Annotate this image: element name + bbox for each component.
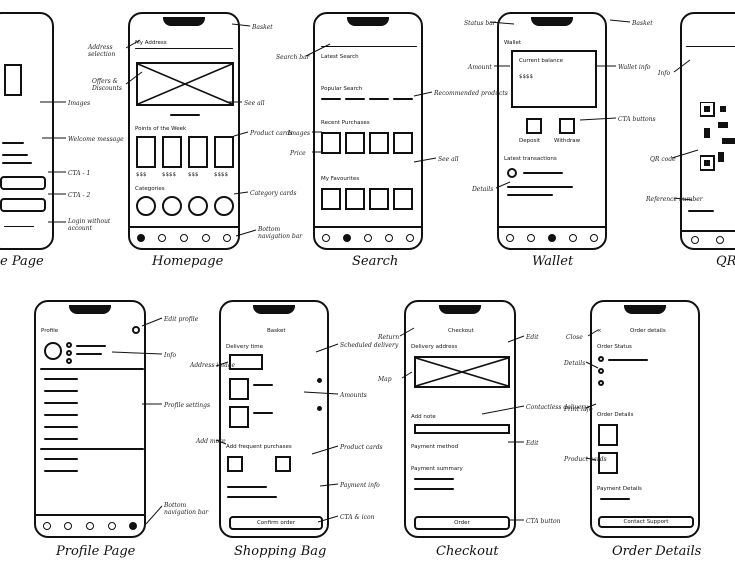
homepage-phone: My Address Points of the Week $$$ $$$$ $…: [128, 12, 240, 250]
caption-checkout: Checkout: [436, 544, 499, 559]
home-address[interactable]: My Address: [135, 40, 167, 46]
deposit-button[interactable]: [526, 118, 542, 134]
landing-cta-2[interactable]: [0, 198, 46, 212]
bag-phone: Basket Delivery time Add frequent purcha…: [219, 300, 329, 538]
wireframe-sheet: e Page My Address Points of the Week $$$…: [0, 0, 735, 574]
home-points-title: Points of the Week: [135, 126, 187, 132]
profile-phone: Profile: [34, 300, 146, 538]
caption-orderdetails: Order Details: [612, 544, 702, 559]
checkout-order-button[interactable]: Order: [414, 516, 510, 530]
landing-image: [4, 64, 22, 96]
checkout-map[interactable]: [414, 356, 510, 388]
qr-phone: [680, 12, 735, 250]
wallet-phone: Wallet Current balance $$$$ Deposit With…: [497, 12, 607, 250]
landing-phone: [0, 12, 54, 250]
orderdetails-phone: × Order details Order Status Order Detai…: [590, 300, 700, 538]
landing-cta-1[interactable]: [0, 176, 46, 190]
caption-bag: Shopping Bag: [234, 544, 327, 559]
close-icon[interactable]: ×: [597, 328, 602, 334]
caption-landing: e Page: [0, 254, 44, 269]
home-categories-title: Categories: [135, 186, 165, 192]
caption-qr: QR: [716, 254, 735, 269]
search-bottom-nav[interactable]: [315, 226, 421, 248]
caption-search: Search: [352, 254, 399, 269]
profile-bottom-nav[interactable]: [36, 514, 144, 536]
confirm-order-button[interactable]: Confirm order: [229, 516, 323, 530]
withdraw-button[interactable]: [559, 118, 575, 134]
checkout-phone: Checkout Delivery address Add note Payme…: [404, 300, 516, 538]
home-bottom-nav[interactable]: [130, 226, 238, 248]
search-phone: Latest Search Popular Search Recent Purc…: [313, 12, 423, 250]
wallet-balance-card: Current balance $$$$: [511, 50, 597, 108]
wallet-bottom-nav[interactable]: [499, 226, 605, 248]
home-offers-banner[interactable]: [136, 62, 234, 106]
profile-avatar: [44, 342, 62, 360]
caption-profile: Profile Page: [56, 544, 136, 559]
contact-support-button[interactable]: Contact Support: [598, 516, 694, 528]
caption-wallet: Wallet: [532, 254, 574, 269]
caption-homepage: Homepage: [152, 254, 224, 269]
